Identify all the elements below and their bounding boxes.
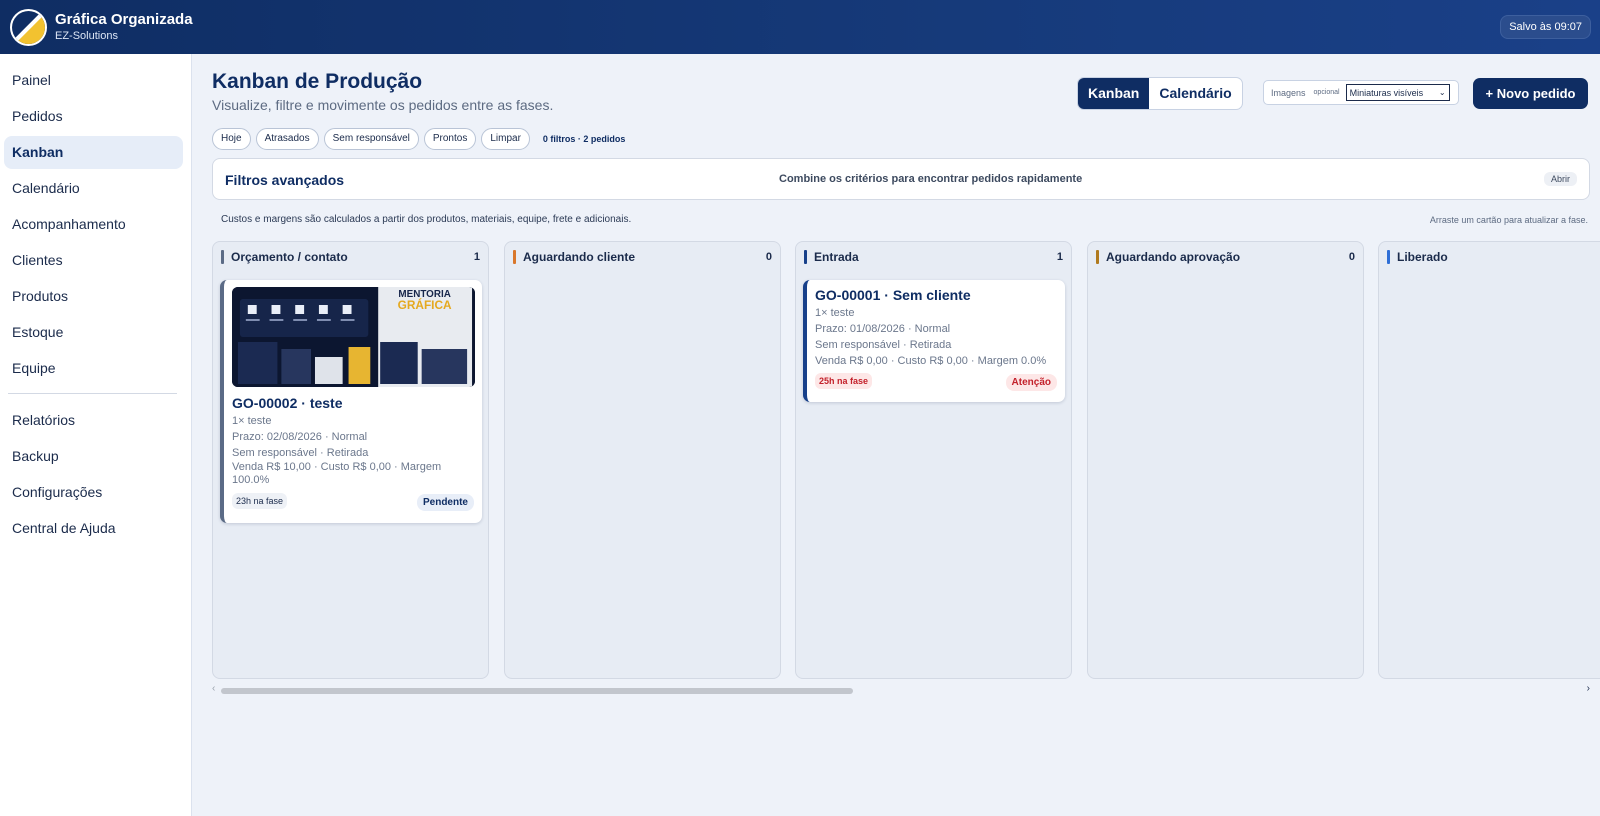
column-header: Orçamento / contato 1 xyxy=(213,242,488,272)
column-title: Aguardando cliente xyxy=(523,250,636,264)
app-name: Gráfica Organizada xyxy=(55,11,193,28)
board-horizontal-scrollbar[interactable]: ‹ › xyxy=(212,683,1590,695)
images-label: Imagens xyxy=(1271,87,1306,98)
calendar-view-button[interactable]: Calendário xyxy=(1149,78,1241,109)
column-header: Aguardando aprovação 0 xyxy=(1088,242,1363,272)
order-deadline: Prazo: 01/08/2026 · Normal xyxy=(815,323,951,335)
order-title: GO-00002 · teste xyxy=(232,395,343,411)
order-footer: 23h na fase Pendente xyxy=(232,491,474,513)
sidebar-item-estoque[interactable]: Estoque xyxy=(4,316,183,349)
filter-summary: 0 filtros · 2 pedidos xyxy=(542,134,626,144)
clear-filters-button[interactable]: Limpar xyxy=(481,128,530,150)
filter-chip-hoje[interactable]: Hoje xyxy=(212,128,251,150)
column-title: Aguardando aprovação xyxy=(1106,250,1241,264)
order-card[interactable]: GO-00001 · Sem cliente 1× teste Prazo: 0… xyxy=(803,280,1065,402)
column-color-bar xyxy=(1096,250,1099,264)
advanced-filters-hint: Combine os critérios para encontrar pedi… xyxy=(779,173,1083,185)
order-items: 1× teste xyxy=(232,415,272,427)
column-title: Liberado xyxy=(1397,250,1448,264)
phase-age-badge: 23h na fase xyxy=(232,493,288,509)
scroll-right-icon[interactable]: › xyxy=(1587,683,1590,694)
main-content: Kanban de Produção Visualize, filtre e m… xyxy=(192,54,1600,816)
sidebar: Painel Pedidos Kanban Calendário Acompan… xyxy=(0,54,192,816)
column-header: Liberado xyxy=(1379,242,1600,272)
logo-icon xyxy=(10,8,47,46)
images-select-value: Miniaturas visíveis xyxy=(1349,87,1424,98)
sidebar-item-clientes[interactable]: Clientes xyxy=(4,244,183,277)
company-name: EZ-Solutions xyxy=(55,30,118,42)
brand: Gráfica Organizada EZ-Solutions xyxy=(55,11,193,43)
kanban-column-liberado: Liberado xyxy=(1378,241,1600,679)
costs-note: Custos e margens são calculados a partir… xyxy=(221,214,632,225)
status-badge: Atenção xyxy=(1005,374,1057,391)
column-header: Aguardando cliente 0 xyxy=(505,242,780,272)
sidebar-item-acompanhamento[interactable]: Acompanhamento xyxy=(4,208,183,241)
thumbnail-title-line-2: GRÁFICA xyxy=(398,297,452,312)
filter-chip-prontos[interactable]: Prontos xyxy=(423,128,477,150)
sidebar-item-produtos[interactable]: Produtos xyxy=(4,280,183,313)
kanban-column-orcamento: Orçamento / contato 1 MENTORIA GRÁFICA G… xyxy=(212,241,489,679)
scroll-left-icon[interactable]: ‹ xyxy=(212,683,215,694)
thumbnail-image: MENTORIA GRÁFICA xyxy=(232,287,475,387)
column-color-bar xyxy=(804,250,807,264)
order-card[interactable]: MENTORIA GRÁFICA GO-00002 · teste 1× tes… xyxy=(220,280,482,523)
order-deadline: Prazo: 02/08/2026 · Normal xyxy=(232,431,368,443)
saved-status-badge: Salvo às 09:07 xyxy=(1500,15,1591,39)
sidebar-item-backup[interactable]: Backup xyxy=(4,440,183,473)
column-count: 0 xyxy=(765,251,772,263)
column-count: 0 xyxy=(1348,251,1355,263)
column-count: 1 xyxy=(1056,251,1063,263)
view-toggle: Kanban Calendário xyxy=(1077,77,1243,110)
new-order-button[interactable]: + Novo pedido xyxy=(1473,78,1588,109)
kanban-view-button[interactable]: Kanban xyxy=(1078,78,1150,109)
column-color-bar xyxy=(513,250,516,264)
chevron-down-icon: ⌄ xyxy=(1438,88,1446,97)
order-thumbnail: MENTORIA GRÁFICA xyxy=(232,287,475,387)
sidebar-item-calendario[interactable]: Calendário xyxy=(4,172,183,205)
status-badge: Pendente xyxy=(416,494,474,511)
sidebar-item-central-de-ajuda[interactable]: Central de Ajuda xyxy=(4,512,183,545)
sidebar-item-equipe[interactable]: Equipe xyxy=(4,352,183,385)
advanced-filters-open-button[interactable]: Abrir xyxy=(1543,172,1577,186)
drag-hint: Arraste um cartão para atualizar a fase. xyxy=(1429,215,1588,225)
sidebar-item-configuracoes[interactable]: Configurações xyxy=(4,476,183,509)
filter-chip-sem-responsavel[interactable]: Sem responsável xyxy=(323,128,419,150)
order-footer: 25h na fase Atenção xyxy=(815,371,1057,393)
column-count: 1 xyxy=(473,251,480,263)
kanban-column-entrada: Entrada 1 GO-00001 · Sem cliente 1× test… xyxy=(795,241,1072,679)
order-finance: Venda R$ 10,00 · Custo R$ 0,00 · Margem … xyxy=(232,461,442,486)
page-subtitle: Visualize, filtre e movimente os pedidos… xyxy=(212,97,554,113)
top-bar: Gráfica Organizada EZ-Solutions Salvo às… xyxy=(0,0,1600,54)
filter-chip-atrasados[interactable]: Atrasados xyxy=(255,128,319,150)
phase-age-badge: 25h na fase xyxy=(815,373,873,389)
order-assignee: Sem responsável · Retirada xyxy=(815,339,952,351)
advanced-filters-title: Filtros avançados xyxy=(225,172,345,188)
sidebar-item-pedidos[interactable]: Pedidos xyxy=(4,100,183,133)
order-finance: Venda R$ 0,00 · Custo R$ 0,00 · Margem 0… xyxy=(815,355,1047,367)
column-header: Entrada 1 xyxy=(796,242,1071,272)
scrollbar-thumb[interactable] xyxy=(221,688,853,694)
images-control: Imagens opcional Miniaturas visíveis ⌄ xyxy=(1263,80,1459,105)
kanban-column-aguardando-cliente: Aguardando cliente 0 xyxy=(504,241,781,679)
column-title: Entrada xyxy=(814,250,859,264)
images-select[interactable]: Miniaturas visíveis ⌄ xyxy=(1345,84,1450,101)
order-assignee: Sem responsável · Retirada xyxy=(232,447,369,459)
page-title: Kanban de Produção xyxy=(212,70,423,93)
column-color-bar xyxy=(221,250,224,264)
order-items: 1× teste xyxy=(815,307,855,319)
kanban-column-aguardando-aprovacao: Aguardando aprovação 0 xyxy=(1087,241,1364,679)
column-title: Orçamento / contato xyxy=(231,250,348,264)
sidebar-item-kanban[interactable]: Kanban xyxy=(4,136,183,169)
sidebar-item-relatorios[interactable]: Relatórios xyxy=(4,404,183,437)
sidebar-divider xyxy=(8,393,177,394)
sidebar-item-painel[interactable]: Painel xyxy=(4,64,183,97)
images-optional-label: opcional xyxy=(1313,89,1340,96)
kanban-board: Orçamento / contato 1 MENTORIA GRÁFICA G… xyxy=(212,241,1600,686)
advanced-filters-panel[interactable]: Filtros avançados Combine os critérios p… xyxy=(212,158,1590,200)
quick-filters: Hoje Atrasados Sem responsável Prontos L… xyxy=(212,128,625,150)
column-color-bar xyxy=(1387,250,1390,264)
order-title: GO-00001 · Sem cliente xyxy=(815,287,971,303)
